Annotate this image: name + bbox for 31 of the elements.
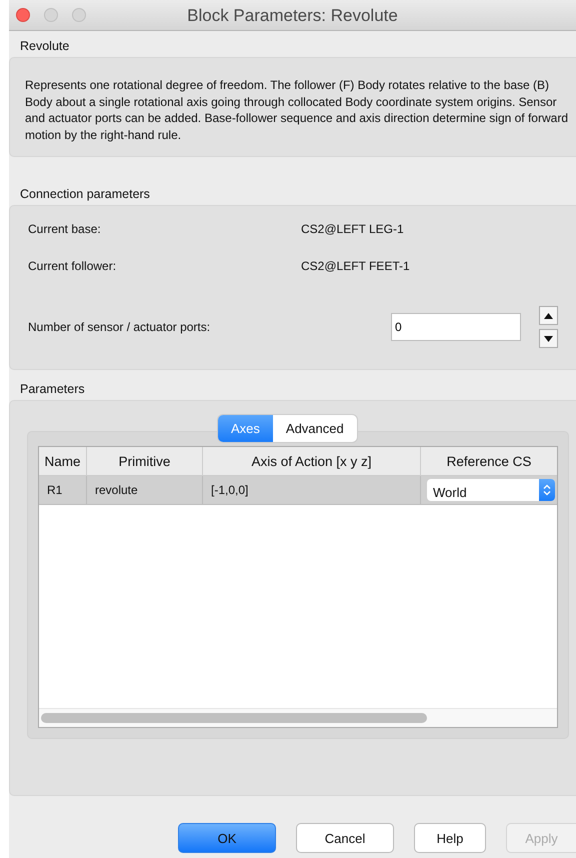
- field-label: Number of sensor / actuator ports:: [28, 320, 212, 334]
- up-triangle-icon: [544, 312, 553, 318]
- stepper-icon: [539, 479, 555, 501]
- field-label: Current base:: [28, 222, 102, 238]
- down-triangle-icon: [544, 336, 553, 342]
- dialog-button[interactable]: Help: [414, 823, 486, 853]
- tab[interactable]: Advanced: [272, 415, 357, 442]
- table-cell: revolute: [87, 476, 203, 504]
- field-value: CS2@LEFT FEET-1: [301, 259, 410, 275]
- dialog-button[interactable]: Cancel: [296, 823, 394, 853]
- close-button[interactable]: [16, 8, 30, 22]
- ports-input[interactable]: 0: [391, 313, 521, 341]
- description-text: Represents one rotational degree of freedom. The follower (F) Body rotates relative to the base (B) Body about a single rotational axis going through collocated Body coordinate system origins. Sensor and actuator ports can be added. Base-follower sequence and axis direction determine sign of forward motion by the right-hand rule.: [25, 77, 569, 143]
- table-cell: [-1,0,0]: [203, 476, 421, 504]
- field-label: Current follower:: [28, 259, 118, 275]
- section-heading: Connection parameters: [20, 187, 151, 203]
- decrement-button[interactable]: [539, 329, 558, 348]
- window-title: Block Parameters: Revolute: [186, 6, 399, 26]
- column-header[interactable]: Name: [39, 447, 87, 475]
- section-heading: Parameters: [20, 382, 86, 398]
- column-header[interactable]: Reference CS: [421, 447, 557, 475]
- increment-button[interactable]: [539, 306, 558, 325]
- column-header[interactable]: Primitive: [87, 447, 203, 475]
- reference-dropdown[interactable]: World: [427, 479, 555, 501]
- table-row[interactable]: R1 revolute [-1,0,0] World: [39, 476, 557, 505]
- table-cell: R1: [39, 476, 87, 504]
- dialog-button[interactable]: OK: [178, 823, 276, 853]
- column-header[interactable]: Axis of Action [x y z]: [203, 447, 421, 475]
- field-value: CS2@LEFT LEG-1: [301, 222, 404, 238]
- section-heading: Revolute: [20, 39, 70, 55]
- scrollbar[interactable]: [41, 713, 427, 723]
